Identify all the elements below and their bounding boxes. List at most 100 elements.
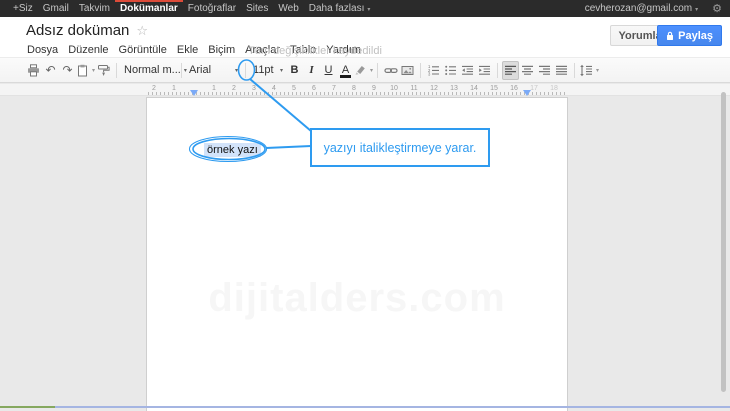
italic-button[interactable]: I bbox=[303, 61, 320, 80]
account-email-menu[interactable]: cevherozan@gmail.com▾ bbox=[585, 3, 698, 14]
undo-button[interactable]: ↶ bbox=[42, 61, 59, 80]
ruler-number: 18 bbox=[550, 85, 558, 92]
increase-indent-button[interactable] bbox=[476, 61, 493, 80]
ruler-number: 6 bbox=[312, 85, 316, 92]
ruler-number: 14 bbox=[470, 85, 478, 92]
formatting-toolbar: ↶ ↷ ▾ Normal m...▾ Arial▾ 11pt▾ B I U A … bbox=[0, 57, 730, 83]
ruler-ticks bbox=[148, 92, 568, 95]
ruler-number: 3 bbox=[252, 85, 256, 92]
font-dropdown[interactable]: Arial▾ bbox=[186, 61, 241, 80]
topbar-item-plus-you[interactable]: +Siz bbox=[8, 0, 38, 17]
chevron-down-icon: ▾ bbox=[280, 67, 283, 74]
ruler-number: 2 bbox=[152, 85, 156, 92]
ruler-number: 15 bbox=[490, 85, 498, 92]
ruler-number: 11 bbox=[410, 85, 417, 92]
bulleted-list-icon bbox=[444, 64, 457, 77]
redo-icon: ↷ bbox=[62, 63, 72, 77]
redo-button[interactable]: ↷ bbox=[59, 61, 76, 80]
toolbar-separator bbox=[574, 63, 575, 78]
toolbar-separator bbox=[420, 63, 421, 78]
ruler-number: 8 bbox=[352, 85, 356, 92]
align-right-icon bbox=[538, 64, 551, 77]
line-spacing-button[interactable]: ▾ bbox=[579, 61, 599, 80]
align-justify-button[interactable] bbox=[553, 61, 570, 80]
chevron-down-icon: ▾ bbox=[370, 67, 373, 74]
document-title[interactable]: Adsız doküman☆ bbox=[26, 22, 148, 39]
numbered-list-button[interactable]: 123 bbox=[425, 61, 442, 80]
save-status: Tüm değişiklikler kaydedildi bbox=[248, 45, 382, 57]
ruler-number: 1 bbox=[212, 85, 216, 92]
annotation-callout: yazıyı italikleştirmeye yarar. bbox=[310, 128, 490, 167]
paste-button[interactable]: ▾ bbox=[76, 61, 95, 80]
topbar-item-more[interactable]: Daha fazlası▾ bbox=[304, 0, 376, 17]
toolbar-separator bbox=[181, 63, 182, 78]
ruler-number: 5 bbox=[292, 85, 296, 92]
topbar-item-gmail[interactable]: Gmail bbox=[38, 0, 74, 17]
topbar-item-calendar[interactable]: Takvim bbox=[74, 0, 115, 17]
chevron-down-icon: ▾ bbox=[367, 6, 370, 13]
annotation-callout-text: yazıyı italikleştirmeye yarar. bbox=[324, 141, 477, 155]
toolbar-separator bbox=[497, 63, 498, 78]
undo-icon: ↶ bbox=[45, 63, 55, 77]
highlighter-icon bbox=[354, 64, 367, 77]
link-icon bbox=[384, 64, 398, 77]
menu-edit[interactable]: Düzenle bbox=[63, 43, 113, 57]
share-button-label: Paylaş bbox=[678, 30, 713, 42]
menu-file[interactable]: Dosya bbox=[22, 43, 63, 57]
document-header: Adsız doküman☆ Dosya Düzenle Görüntüle E… bbox=[0, 17, 730, 57]
ruler-number: 7 bbox=[332, 85, 336, 92]
align-right-button[interactable] bbox=[536, 61, 553, 80]
toolbar-separator bbox=[377, 63, 378, 78]
vertical-scrollbar[interactable] bbox=[721, 92, 726, 392]
topbar-item-photos[interactable]: Fotoğraflar bbox=[183, 0, 241, 17]
lock-icon bbox=[666, 31, 674, 41]
menu-format[interactable]: Biçim bbox=[203, 43, 240, 57]
underline-button[interactable]: U bbox=[320, 61, 337, 80]
paint-roller-icon bbox=[97, 64, 110, 77]
topbar-item-web[interactable]: Web bbox=[273, 0, 303, 17]
outdent-icon bbox=[461, 64, 474, 77]
ruler-number: 16 bbox=[510, 85, 518, 92]
video-progress-played bbox=[0, 406, 55, 408]
ruler-number: 1 bbox=[172, 85, 176, 92]
font-size-dropdown[interactable]: 11pt ▾ bbox=[250, 61, 286, 80]
gear-icon[interactable]: ⚙ bbox=[712, 2, 722, 15]
ruler: 21123456789101112131415161718 bbox=[0, 84, 730, 96]
toolbar-separator bbox=[245, 63, 246, 78]
google-top-bar: +Siz Gmail Takvim Dokümanlar Fotoğraflar… bbox=[0, 0, 730, 17]
video-progress-track bbox=[55, 406, 730, 408]
ruler-number: 4 bbox=[272, 85, 276, 92]
print-button[interactable] bbox=[25, 61, 42, 80]
font-size-value: 11pt bbox=[253, 64, 274, 76]
bulleted-list-button[interactable] bbox=[442, 61, 459, 80]
font-value: Arial bbox=[189, 64, 211, 76]
selected-sample-text[interactable]: örnek yazı bbox=[204, 143, 261, 157]
ruler-scale[interactable]: 21123456789101112131415161718 bbox=[146, 84, 594, 96]
ruler-number: 10 bbox=[390, 85, 398, 92]
share-button[interactable]: Paylaş bbox=[657, 25, 722, 46]
highlight-color-button[interactable]: ▾ bbox=[354, 61, 373, 80]
menu-insert[interactable]: Ekle bbox=[172, 43, 203, 57]
numbered-list-icon: 123 bbox=[427, 64, 440, 77]
topbar-item-sites[interactable]: Sites bbox=[241, 0, 273, 17]
decrease-indent-button[interactable] bbox=[459, 61, 476, 80]
text-color-button[interactable]: A bbox=[337, 61, 354, 80]
ruler-number: 13 bbox=[450, 85, 458, 92]
styles-value: Normal m... bbox=[124, 64, 181, 76]
chevron-down-icon: ▾ bbox=[596, 67, 599, 74]
indent-icon bbox=[478, 64, 491, 77]
line-spacing-icon bbox=[579, 64, 593, 77]
ruler-number: 17 bbox=[530, 85, 538, 92]
align-left-button[interactable] bbox=[502, 61, 519, 80]
styles-dropdown[interactable]: Normal m...▾ bbox=[121, 61, 177, 80]
insert-link-button[interactable] bbox=[382, 61, 399, 80]
topbar-more-label: Daha fazlası bbox=[309, 3, 365, 14]
align-center-button[interactable] bbox=[519, 61, 536, 80]
bold-button[interactable]: B bbox=[286, 61, 303, 80]
menu-view[interactable]: Görüntüle bbox=[114, 43, 172, 57]
paint-format-button[interactable] bbox=[95, 61, 112, 80]
topbar-item-documents[interactable]: Dokümanlar bbox=[115, 0, 183, 17]
insert-image-button[interactable] bbox=[399, 61, 416, 80]
ruler-number: 2 bbox=[232, 85, 236, 92]
star-icon[interactable]: ☆ bbox=[136, 24, 148, 39]
